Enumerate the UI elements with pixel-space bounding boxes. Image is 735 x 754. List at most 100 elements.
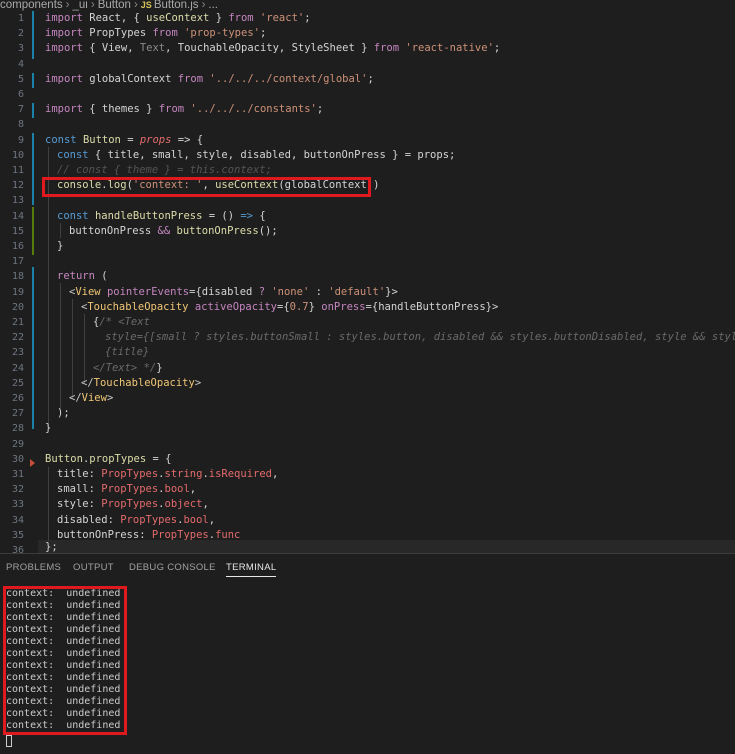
chevron-right-icon: › — [133, 0, 138, 11]
code-line-24: {title} — [105, 345, 149, 360]
code-line-34: style: PropTypes.object, — [57, 497, 209, 512]
code-line-3: import { View, Text, TouchableOpacity, S… — [45, 41, 500, 56]
line-number: 29 — [11, 438, 24, 450]
code-line-11: // const { theme } = this.context; — [57, 163, 272, 178]
code-line-35: disabled: PropTypes.bool, — [57, 513, 215, 528]
token: buttonOnPress — [57, 528, 140, 541]
tab-debug-console[interactable]: DEBUG CONSOLE — [129, 554, 216, 580]
line-number: 12 — [11, 180, 24, 192]
git-deleted-marker — [30, 459, 35, 467]
git-modified-marker — [32, 133, 34, 205]
token: , — [227, 148, 241, 161]
line-number: 19 — [11, 286, 24, 298]
line-number: 8 — [17, 119, 24, 131]
token: Button — [45, 452, 83, 465]
code-line-27: </View> — [69, 391, 113, 406]
token: buttonOnPress — [303, 148, 386, 161]
tab-terminal[interactable]: TERMINAL — [226, 554, 277, 577]
token: return — [57, 270, 95, 283]
token: buttonOnPress — [176, 224, 259, 237]
code-line-36: buttonOnPress: PropTypes.func — [57, 528, 240, 543]
token: style — [196, 148, 228, 161]
token: 'react-native' — [405, 42, 494, 55]
breadcrumb-item-ui[interactable]: _ui — [73, 0, 88, 11]
tab-problems[interactable]: PROBLEMS — [6, 554, 61, 580]
token: , — [290, 148, 304, 161]
token: </ — [69, 392, 82, 404]
token: const — [45, 133, 77, 146]
token: import — [45, 72, 83, 85]
token: style={[small ? styles.buttonSmall : sty… — [105, 331, 735, 344]
breadcrumb-item-symbol[interactable]: ... — [208, 0, 218, 11]
line-number: 7 — [17, 104, 24, 116]
line-number: 9 — [17, 134, 24, 146]
chevron-right-icon: › — [90, 0, 95, 11]
code-line-20: <View pointerEvents={disabled ? 'none' :… — [69, 285, 398, 300]
code-line-37: }; — [45, 540, 58, 554]
token: => — [240, 209, 253, 222]
highlight-box-console-log — [42, 177, 371, 197]
line-number: 3 — [17, 43, 24, 55]
token: }> — [385, 285, 398, 298]
token: small — [151, 148, 184, 161]
token: }; — [45, 540, 58, 553]
token: Text — [139, 42, 166, 55]
line-number: 5 — [17, 73, 24, 85]
token: PropTypes — [82, 27, 153, 40]
token: ; — [304, 12, 311, 24]
token: PropTypes — [101, 468, 159, 480]
token: : — [88, 483, 102, 496]
line-number: 22 — [11, 332, 24, 344]
git-added-marker — [32, 207, 34, 255]
breadcrumb-item-components[interactable]: components — [0, 0, 63, 11]
token: > — [194, 376, 202, 389]
code-line-25: </Text> */} — [93, 361, 163, 376]
code-line-2: import PropTypes from 'prop-types'; — [45, 26, 266, 41]
token: React, { — [82, 12, 147, 24]
token: propTypes — [89, 452, 147, 465]
token: : — [309, 285, 329, 298]
token: } — [308, 300, 322, 313]
token: View — [81, 392, 107, 404]
highlight-box-terminal — [3, 586, 127, 735]
tab-output[interactable]: OUTPUT — [73, 554, 114, 580]
code-line-14: const handleButtonPress = () => { — [57, 209, 266, 224]
breadcrumb-item-button-folder[interactable]: Button — [98, 0, 131, 11]
code-line-9: const Button = props => { — [45, 133, 203, 148]
code-line-32: title: PropTypes.string.isRequired, — [57, 467, 278, 482]
token: small — [57, 483, 89, 496]
line-number: 18 — [11, 271, 24, 283]
code-line-16: } — [57, 239, 63, 254]
token: pointerEvents — [106, 285, 190, 298]
token: </ — [81, 376, 94, 389]
token: ( — [94, 270, 108, 283]
token: PropTypes — [101, 498, 159, 511]
line-number: 4 — [17, 58, 24, 70]
line-number: 34 — [11, 514, 24, 526]
line-number: 1 — [17, 13, 24, 24]
code-line-7: import { themes } from '../../../constan… — [45, 102, 323, 117]
git-modified-marker — [32, 267, 34, 429]
token: , — [183, 148, 197, 161]
code-line-22: {/* <Text — [93, 315, 150, 330]
token: = () — [202, 209, 241, 222]
token: isRequired — [208, 468, 272, 480]
line-number: 25 — [11, 377, 24, 389]
token: : — [139, 528, 152, 541]
token: PropTypes — [151, 528, 209, 541]
token: // const { theme } = this.context; — [57, 164, 272, 176]
token: ; — [493, 42, 501, 55]
token: : — [88, 498, 102, 511]
token: => { — [171, 133, 204, 146]
token: disabled — [57, 513, 108, 526]
terminal-cursor — [6, 735, 12, 747]
vscode-window: components › _ui › Button › JS Button.js ›... 12… — [0, 0, 735, 754]
line-number: 13 — [11, 195, 24, 207]
code-editor[interactable]: 1 2 3 4 5 6 7 8 9 10 11 12 13 14 15 16 17 18 19 20 21 22 23 24 2… — [0, 11, 735, 553]
token: Button — [82, 133, 121, 146]
code-line-19: return ( — [57, 269, 108, 284]
breadcrumb-item-file[interactable]: Button.js — [154, 0, 199, 11]
token: import — [45, 27, 83, 40]
token: </Text> */ — [93, 361, 157, 374]
token: TouchableOpacity — [87, 300, 189, 313]
